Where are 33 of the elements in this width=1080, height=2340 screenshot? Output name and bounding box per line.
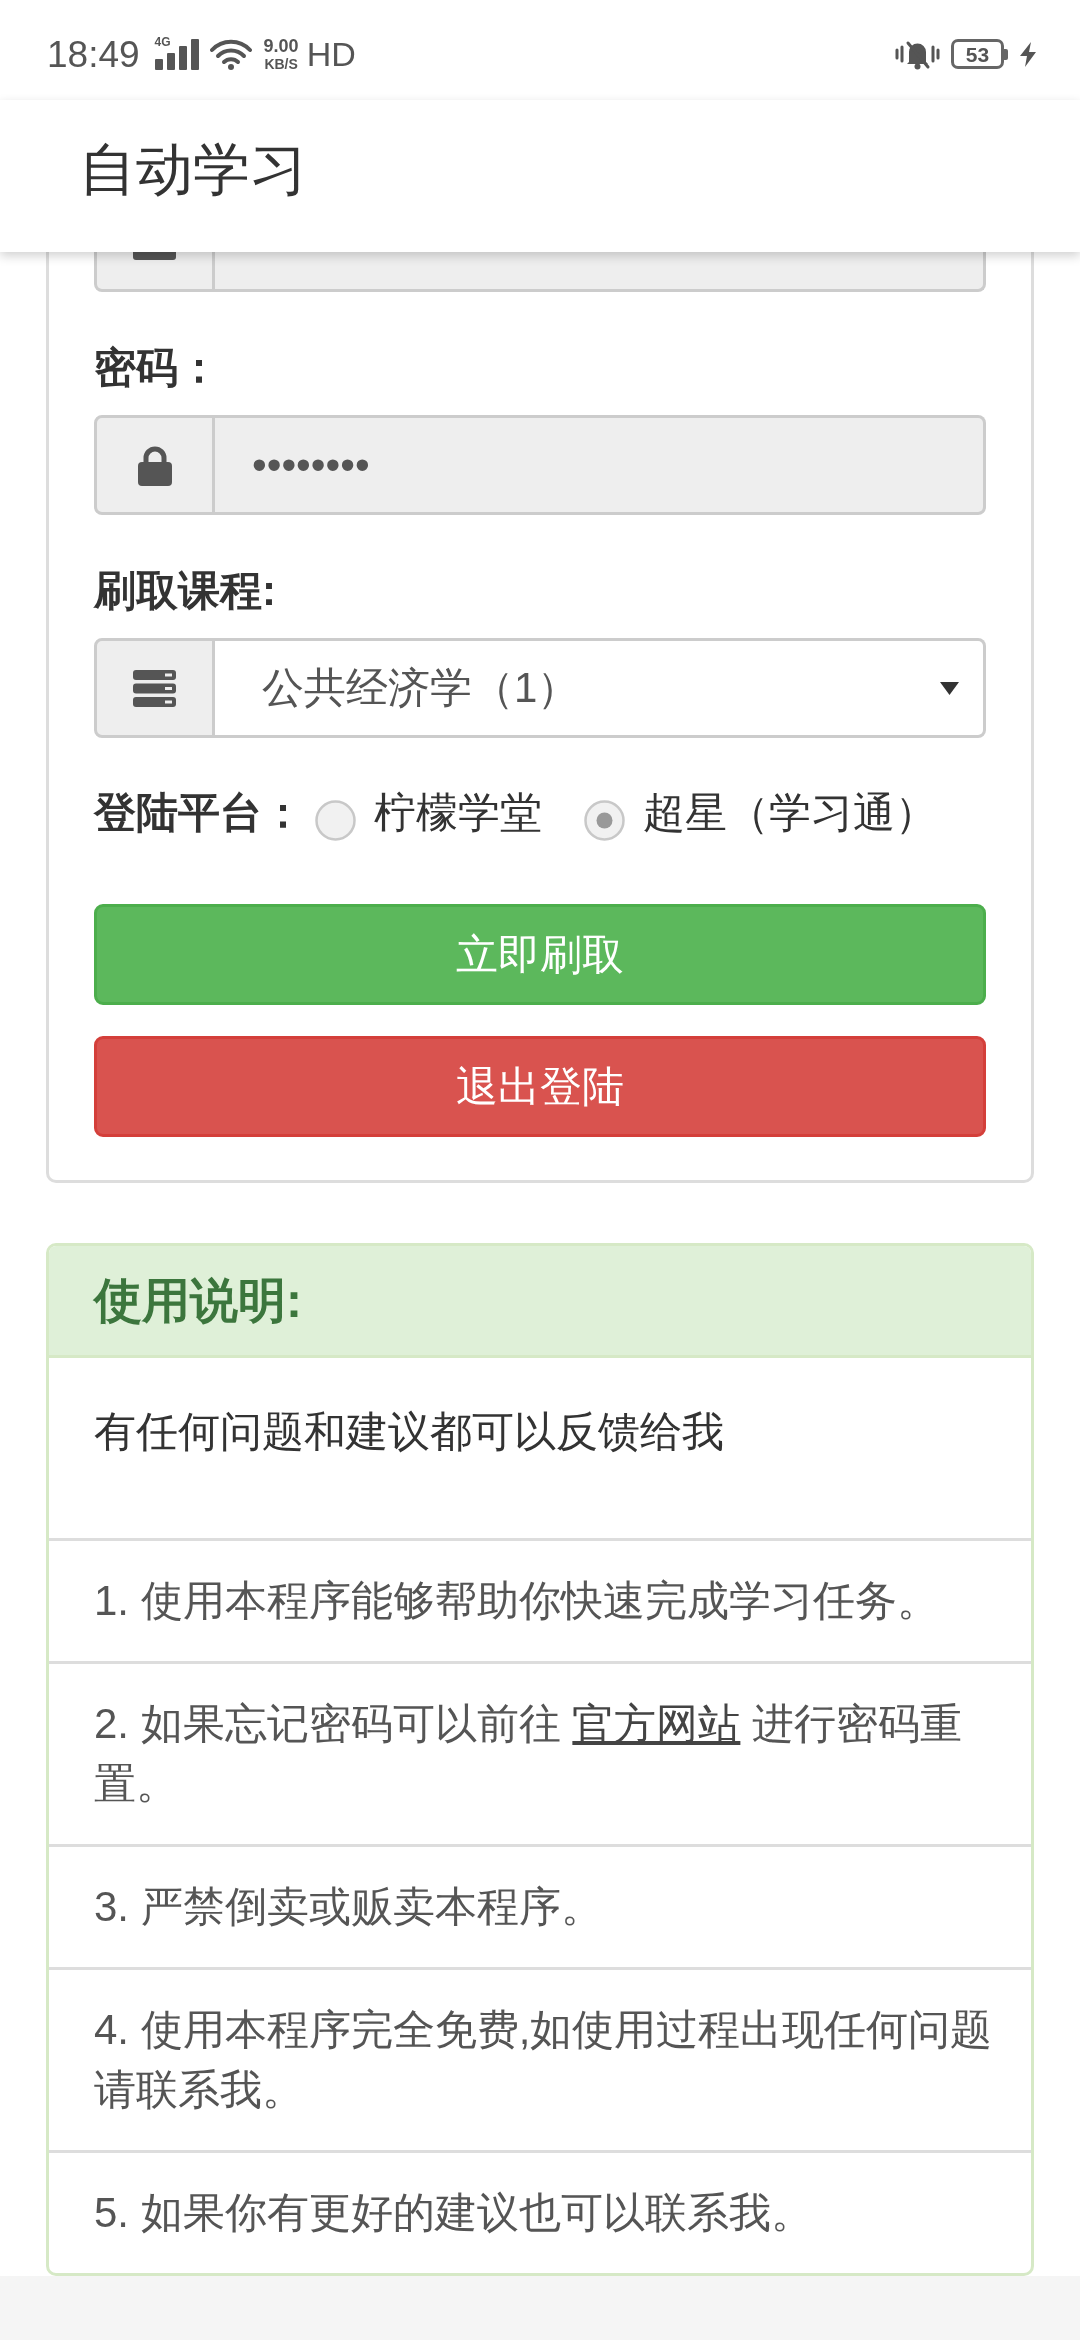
server-icon	[133, 669, 176, 707]
username-field[interactable]	[215, 252, 986, 292]
radio-label: 柠檬学堂	[374, 788, 542, 838]
speed-unit: KB/S	[264, 57, 298, 71]
signal-icon	[154, 38, 199, 70]
logout-button[interactable]: 退出登陆	[94, 1036, 986, 1137]
battery-level: 53	[965, 43, 990, 65]
field-label: 登陆平台：	[94, 788, 304, 838]
instruction-text: 4. 使用本程序完全免费,如使用过程出现任何问题请联系我。	[94, 2005, 994, 2115]
intro-text: 有任何问题和建议都可以反馈给我	[94, 1407, 724, 1457]
panel-title: 使用说明:	[94, 1272, 302, 1329]
network-speed: 9.00	[263, 37, 299, 55]
field-label: 刷取课程:	[94, 566, 276, 616]
caret-icon	[940, 681, 959, 695]
instruction-text: 3. 严禁倒卖或贩卖本程序。	[94, 1882, 604, 1932]
hd-indicator: HD	[306, 37, 356, 71]
website-link[interactable]: 官方网站	[572, 1700, 741, 1747]
password-field[interactable]: ••••••••	[215, 415, 986, 515]
lock-icon	[135, 444, 174, 486]
network-type: 4G	[154, 35, 171, 48]
field-label: 密码：	[94, 343, 220, 393]
status-time: 18:49	[47, 35, 140, 73]
app-title: 自动学习	[79, 135, 307, 203]
user-icon	[133, 252, 176, 260]
radio-button[interactable]	[315, 799, 356, 841]
radio-label: 超星（学习通）	[643, 788, 937, 838]
instruction-text: 5. 如果你有更好的建议也可以联系我。	[94, 2188, 814, 2238]
wifi-icon	[209, 38, 252, 70]
radio-button[interactable]	[584, 799, 625, 841]
course-select[interactable]: 公共经济学（1）	[215, 638, 986, 738]
instruction-text: 1. 使用本程序能够帮助你快速完成学习任务。	[94, 1576, 940, 1626]
bolt-icon	[1020, 41, 1036, 67]
instruction-text: 2. 如果忘记密码可以前往 官方网站 进行密码重置。	[94, 1699, 964, 1809]
